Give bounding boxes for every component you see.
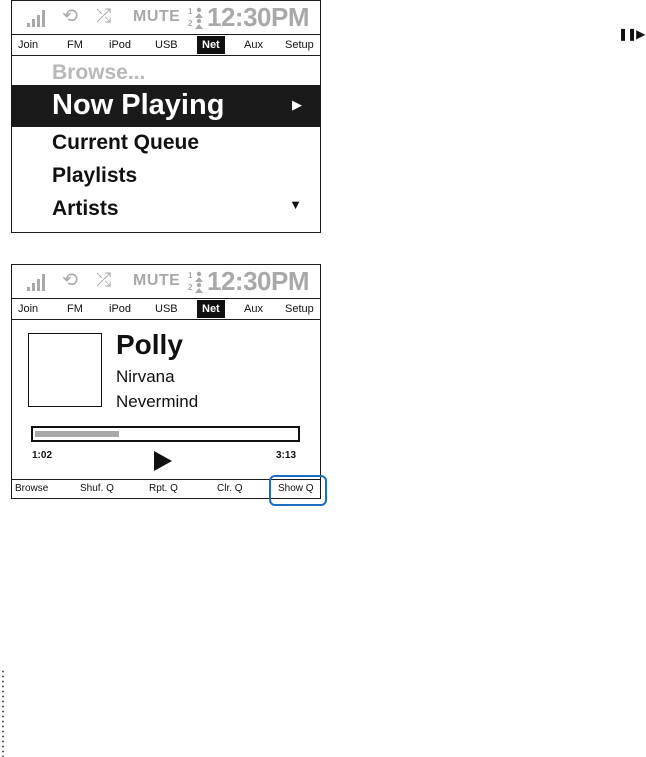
zone-bottom-number: 2 — [188, 283, 193, 292]
source-tabs: Join FM iPod USB Net Aux Setup — [12, 34, 320, 56]
tab-join[interactable]: Join — [18, 300, 38, 318]
scroll-down-icon[interactable]: ▼ — [289, 197, 302, 212]
tab-net[interactable]: Net — [197, 36, 225, 54]
chevron-right-icon: ▶ — [292, 97, 302, 112]
status-bar: ⟲ ⤮ MUTE 1 2 12:30PM — [12, 265, 320, 298]
zone-icon: 1 2 — [188, 5, 204, 31]
mute-indicator: MUTE — [133, 8, 181, 25]
pause-play-icon: ❚❚▶ — [618, 27, 645, 41]
total-time: 3:13 — [276, 450, 297, 461]
shuffle-icon: ⤮ — [96, 6, 112, 27]
progress-bar[interactable] — [31, 426, 300, 442]
progress-fill — [35, 431, 119, 437]
source-tabs: Join FM iPod USB Net Aux Setup — [12, 298, 320, 320]
tab-ipod[interactable]: iPod — [109, 36, 131, 54]
tab-usb[interactable]: USB — [155, 36, 178, 54]
tab-ipod[interactable]: iPod — [109, 300, 131, 318]
show-queue-highlight — [269, 475, 327, 506]
clock: 12:30PM — [207, 2, 310, 32]
now-playing-screen: ⟲ ⤮ MUTE 1 2 12:30PM Join FM iPod USB Ne… — [11, 264, 321, 499]
repeat-icon: ⟲ — [62, 6, 78, 27]
menu-item-artists[interactable]: Artists — [52, 197, 119, 221]
mute-indicator: MUTE — [133, 272, 181, 289]
album-art — [28, 333, 102, 407]
tab-aux[interactable]: Aux — [244, 36, 263, 54]
tab-join[interactable]: Join — [18, 36, 38, 54]
tab-fm[interactable]: FM — [67, 36, 83, 54]
tab-fm[interactable]: FM — [67, 300, 83, 318]
zone-icon: 1 2 — [188, 269, 204, 295]
signal-icon — [27, 9, 49, 27]
zone-bottom-number: 2 — [188, 19, 193, 28]
menu-item-current-queue[interactable]: Current Queue — [52, 131, 199, 155]
tab-usb[interactable]: USB — [155, 300, 178, 318]
repeat-icon: ⟲ — [62, 270, 78, 291]
softkey-browse[interactable]: Browse — [15, 483, 48, 494]
tab-net[interactable]: Net — [197, 300, 225, 318]
signal-icon — [27, 273, 49, 291]
clock: 12:30PM — [207, 266, 310, 296]
softkey-shuffle-queue[interactable]: Shuf. Q — [80, 483, 114, 494]
song-title: Polly — [116, 329, 183, 360]
dotted-margin-rule — [2, 669, 4, 757]
tab-aux[interactable]: Aux — [244, 300, 263, 318]
zone-top-number: 1 — [188, 271, 193, 280]
shuffle-icon: ⤮ — [96, 270, 112, 291]
album-name: Nevermind — [116, 392, 199, 411]
elapsed-time: 1:02 — [32, 450, 53, 461]
browse-screen: ⟲ ⤮ MUTE 1 2 12:30PM Join FM iPod USB Ne… — [11, 0, 321, 233]
tab-setup[interactable]: Setup — [285, 300, 314, 318]
tab-setup[interactable]: Setup — [285, 36, 314, 54]
zone-top-number: 1 — [188, 7, 193, 16]
softkey-clear-queue[interactable]: Clr. Q — [217, 483, 243, 494]
artist-name: Nirvana — [116, 367, 175, 386]
menu-item-label: Now Playing — [52, 89, 225, 121]
menu-item-playlists[interactable]: Playlists — [52, 164, 137, 188]
play-icon[interactable] — [154, 451, 172, 471]
status-bar: ⟲ ⤮ MUTE 1 2 12:30PM — [12, 1, 320, 34]
menu-item-now-playing[interactable]: Now Playing ▶ — [12, 85, 320, 127]
menu-item-browse[interactable]: Browse... — [52, 61, 145, 85]
softkey-repeat-queue[interactable]: Rpt. Q — [149, 483, 178, 494]
